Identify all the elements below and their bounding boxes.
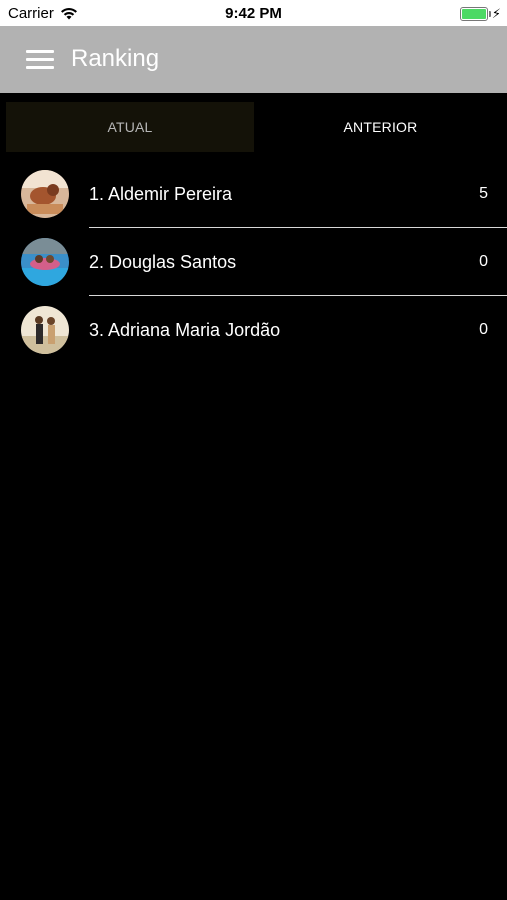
status-bar: Carrier 9:42 PM ⚡	[0, 0, 507, 26]
player-score: 0	[479, 253, 488, 270]
player-name: 3. Adriana Maria Jordão	[89, 320, 281, 340]
player-score: 5	[479, 185, 488, 202]
app-bar: Ranking	[0, 26, 507, 93]
ranking-row[interactable]: 1. Aldemir Pereira 5	[0, 160, 507, 228]
player-name: 2. Douglas Santos	[89, 252, 237, 272]
page-title: Ranking	[71, 45, 160, 72]
charging-bolt-icon: ⚡	[491, 6, 501, 21]
hamburger-menu-icon[interactable]	[26, 50, 54, 70]
ranking-list: 1. Aldemir Pereira 5 2. Douglas Santos 0	[0, 160, 507, 364]
tab-anterior[interactable]: ANTERIOR	[254, 102, 507, 152]
player-name: 1. Aldemir Pereira	[89, 184, 233, 204]
ranking-row[interactable]: 3. Adriana Maria Jordão 0	[0, 296, 507, 364]
player-score: 0	[479, 321, 488, 338]
avatar	[21, 238, 69, 286]
battery-fill	[461, 9, 486, 19]
tab-bar: ATUAL ANTERIOR	[6, 102, 507, 152]
avatar	[21, 306, 69, 354]
battery-group: ⚡	[459, 6, 501, 22]
carrier-label: Carrier	[8, 5, 54, 22]
ranking-row[interactable]: 2. Douglas Santos 0	[0, 228, 507, 296]
wifi-icon	[60, 7, 77, 20]
avatar	[21, 170, 69, 218]
carrier-group: Carrier	[8, 5, 78, 22]
tab-atual[interactable]: ATUAL	[6, 102, 254, 152]
battery-icon	[459, 7, 491, 21]
